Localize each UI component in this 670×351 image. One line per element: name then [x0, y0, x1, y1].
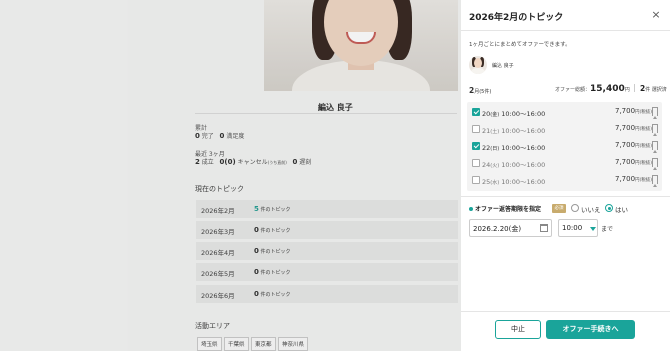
date-list: 20(金) 10:00〜16:00 7,700円(税抜) 21(土) 10:00… — [467, 102, 662, 191]
close-icon[interactable]: × — [650, 9, 662, 21]
date-price: 7,700円(税抜) — [615, 175, 653, 183]
deadline-row: オファー返答期限を指定 必須 いいえ はい — [469, 204, 664, 214]
until-label: まで — [601, 226, 614, 233]
date-checkbox[interactable] — [472, 108, 480, 116]
bookmark-icon[interactable] — [652, 141, 658, 153]
offer-total: オファー総額：15,400円 2件 選択済 — [555, 84, 667, 94]
month-summary: 2月(5件) — [469, 86, 492, 95]
submit-offer-button[interactable]: オファー手続きへ — [546, 320, 635, 339]
selected-count: 2件 選択済 — [639, 84, 667, 93]
date-price: 7,700円(税抜) — [615, 124, 653, 132]
date-price: 7,700円(税抜) — [615, 141, 653, 149]
divider — [461, 311, 670, 312]
chevron-down-icon — [590, 227, 596, 231]
date-price: 7,700円(税抜) — [615, 158, 653, 166]
avatar — [469, 56, 487, 74]
date-checkbox[interactable] — [472, 142, 480, 150]
deadline-label: オファー返答期限を指定 — [475, 206, 542, 213]
date-row[interactable]: 24(火) 10:00〜16:00 7,700円(税抜) — [467, 155, 662, 172]
date-checkbox[interactable] — [472, 159, 480, 167]
date-row[interactable]: 21(土) 10:00〜16:00 7,700円(税抜) — [467, 121, 662, 138]
panel-title: 2026年2月のトピック — [469, 13, 564, 23]
calendar-icon[interactable] — [540, 224, 548, 232]
radio-no[interactable] — [571, 204, 579, 212]
agent-name: 編込 良子 — [492, 63, 514, 69]
bullet-icon — [469, 207, 473, 211]
deadline-time-select[interactable]: 10:00 — [558, 219, 598, 237]
date-row[interactable]: 25(水) 10:00〜16:00 7,700円(税抜) — [467, 172, 662, 189]
date-price: 7,700円(税抜) — [615, 107, 653, 115]
bookmark-icon[interactable] — [652, 175, 658, 187]
required-badge: 必須 — [552, 204, 566, 213]
date-row[interactable]: 22(日) 10:00〜16:00 7,700円(税抜) — [467, 138, 662, 155]
bookmark-icon[interactable] — [652, 107, 658, 119]
date-checkbox[interactable] — [472, 176, 480, 184]
deadline-date-input[interactable]: 2026.2.20(金) — [469, 219, 552, 237]
divider — [461, 30, 670, 31]
offer-panel: 2026年2月のトピック × 1ヶ月ごとにまとめてオファーできます。 編込 良子… — [461, 0, 670, 351]
panel-description: 1ヶ月ごとにまとめてオファーできます。 — [469, 42, 571, 48]
cancel-button[interactable]: 中止 — [495, 320, 541, 339]
date-checkbox[interactable] — [472, 125, 480, 133]
radio-no-label[interactable]: いいえ — [581, 204, 601, 214]
date-row[interactable]: 20(金) 10:00〜16:00 7,700円(税抜) — [467, 104, 662, 121]
bookmark-icon[interactable] — [652, 158, 658, 170]
radio-yes[interactable] — [605, 204, 613, 212]
divider — [461, 196, 670, 197]
bookmark-icon[interactable] — [652, 124, 658, 136]
radio-yes-label[interactable]: はい — [615, 204, 628, 214]
